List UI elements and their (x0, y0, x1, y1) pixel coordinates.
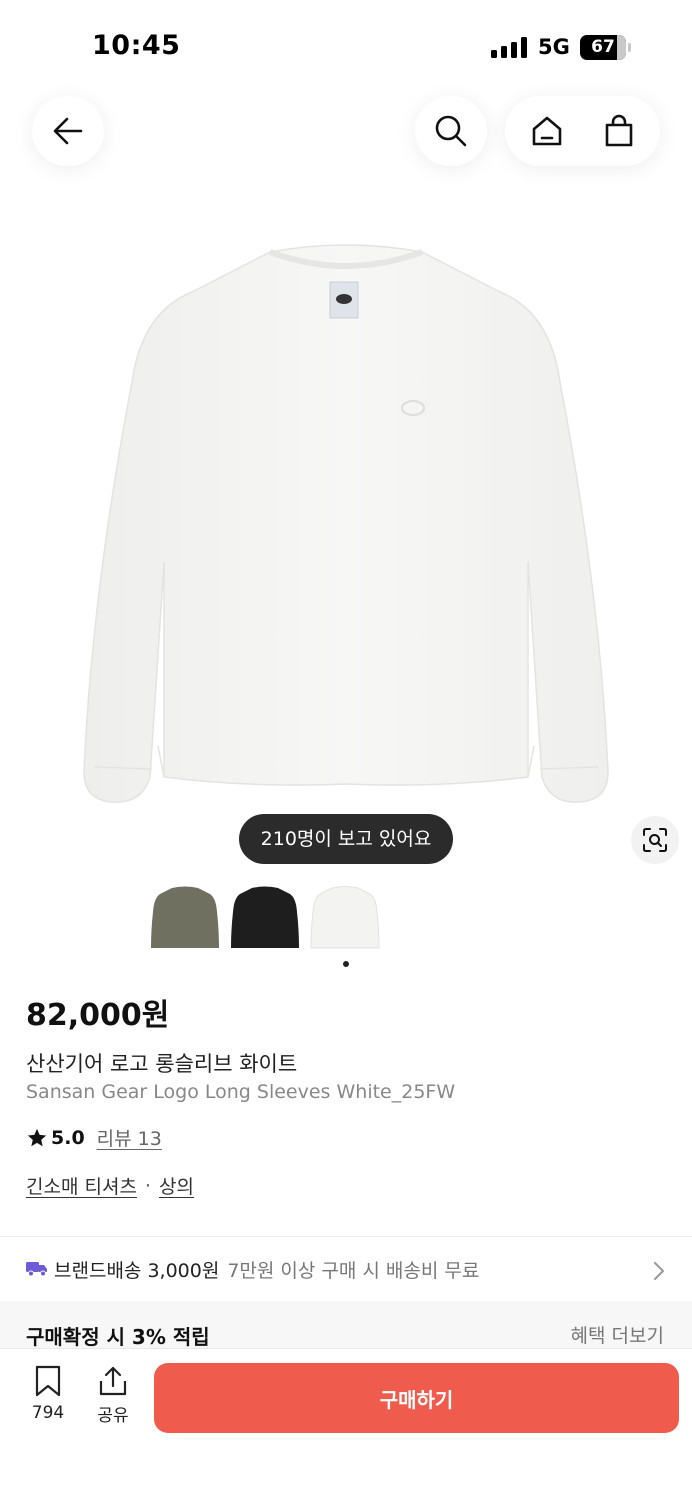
cart-button[interactable] (583, 96, 655, 166)
share-label: 공유 (97, 1406, 129, 1426)
battery-icon: 67 (580, 35, 626, 60)
search-button[interactable] (415, 96, 487, 166)
bookmark-button[interactable]: 794 (24, 1365, 72, 1431)
search-icon (435, 115, 467, 147)
buy-button[interactable]: 구매하기 (154, 1363, 679, 1433)
network-type: 5G (538, 35, 570, 59)
shipping-label: 브랜드배송 3,000원 (54, 1259, 220, 1282)
star-icon (27, 1128, 47, 1146)
rating-row: 5.0 리뷰 13 (26, 1124, 162, 1151)
share-icon (99, 1366, 127, 1396)
status-time: 10:45 (92, 30, 181, 61)
share-button[interactable]: 공유 (90, 1365, 136, 1431)
category-link-secondary[interactable]: 상의 (159, 1172, 194, 1199)
shipping-note: 7만원 이상 구매 시 배송비 무료 (227, 1259, 480, 1282)
signal-icon (491, 37, 527, 58)
category-separator: · (144, 1174, 151, 1197)
home-button[interactable] (511, 96, 583, 166)
page-indicator-dot (343, 961, 349, 967)
battery-level: 67 (591, 37, 615, 57)
shopping-bag-icon (605, 114, 632, 147)
image-search-button[interactable] (631, 816, 679, 864)
chevron-right-icon (654, 1262, 664, 1280)
status-bar: 10:45 5G 67 (0, 0, 692, 96)
bookmark-count: 794 (31, 1403, 65, 1423)
nav-pill (505, 96, 660, 166)
thumb-white[interactable] (310, 882, 380, 954)
home-icon (532, 116, 561, 146)
bottom-action-bar: 794 공유 구매하기 (0, 1348, 692, 1500)
thumb-black[interactable] (230, 882, 300, 954)
bookmark-icon (35, 1365, 61, 1397)
lens-icon (643, 828, 667, 852)
battery-cap (628, 43, 631, 52)
product-price: 82,000원 (26, 998, 170, 1033)
product-name-ko: 산산기어 로고 롱슬리브 화이트 (26, 1052, 298, 1076)
category-breadcrumb: 긴소매 티셔츠 · 상의 (26, 1172, 194, 1199)
category-link-primary[interactable]: 긴소매 티셔츠 (26, 1172, 137, 1199)
product-image[interactable] (60, 232, 632, 812)
benefit-label: 구매확정 시 3% 적립 (26, 1325, 210, 1349)
truck-icon (26, 1262, 47, 1277)
back-button[interactable] (32, 96, 104, 166)
thumb-olive[interactable] (150, 882, 220, 954)
arrow-left-icon (53, 117, 83, 145)
benefit-more-link[interactable]: 혜택 더보기 (571, 1321, 664, 1348)
viewers-badge: 210명이 보고 있어요 (239, 814, 453, 864)
rating-value: 5.0 (51, 1126, 85, 1149)
shipping-row[interactable]: 브랜드배송 3,000원 7만원 이상 구매 시 배송비 무료 (0, 1237, 692, 1301)
reviews-link[interactable]: 리뷰 13 (97, 1124, 162, 1151)
product-name-en: Sansan Gear Logo Long Sleeves White_25FW (26, 1081, 456, 1103)
